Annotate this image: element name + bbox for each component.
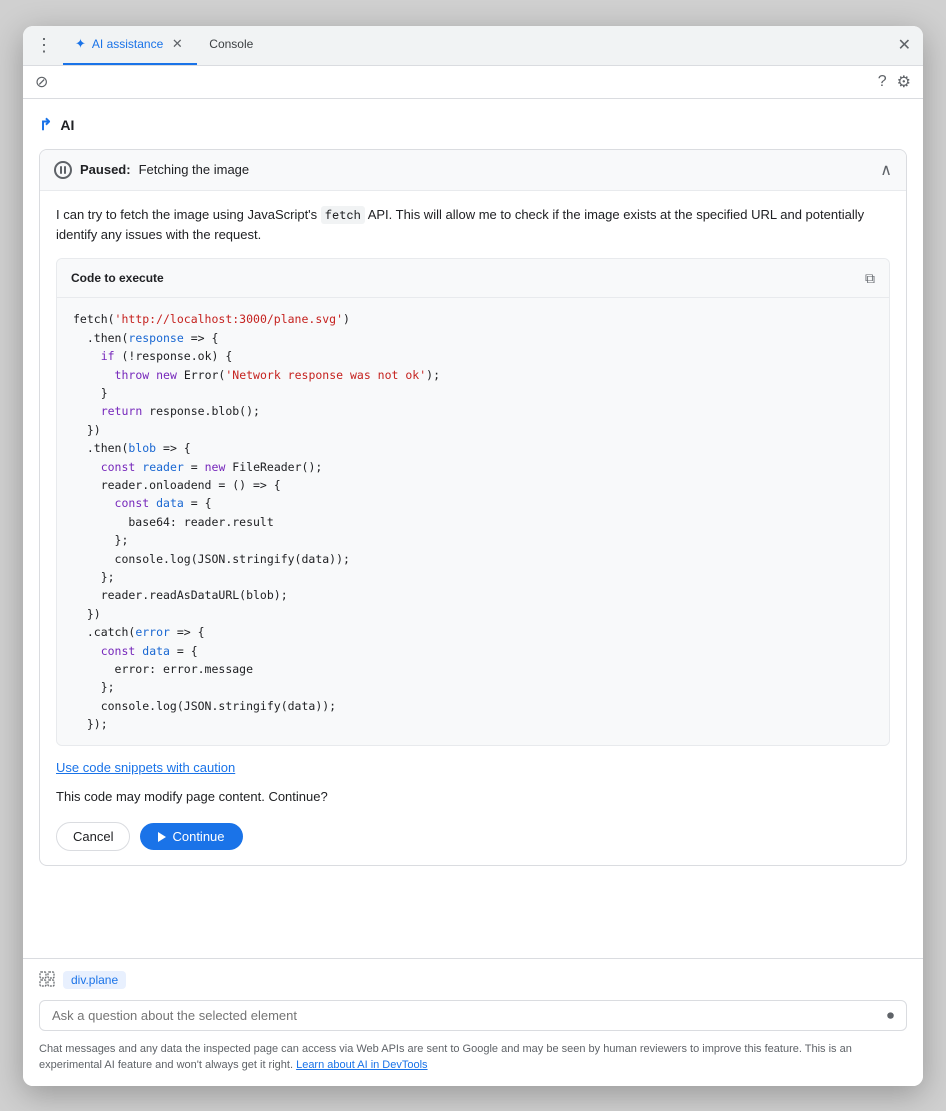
- ai-header: ↱ AI: [39, 115, 907, 135]
- button-row: Cancel Continue: [56, 822, 890, 851]
- tab-menu-icon[interactable]: ⋮: [31, 31, 57, 60]
- tab-console-label: Console: [209, 37, 253, 51]
- tab-ai-close-icon[interactable]: ✕: [169, 36, 185, 52]
- element-selector-icon: [39, 971, 55, 990]
- continue-button[interactable]: Continue: [140, 823, 242, 850]
- code-block: Code to execute ⧉ fetch('http://localhos…: [56, 258, 890, 746]
- tab-console[interactable]: Console: [197, 26, 265, 66]
- toolbar-right: ? ⚙: [878, 72, 911, 92]
- bottom-area: div.plane ⏺ Chat messages and any data t…: [23, 958, 923, 1086]
- code-header: Code to execute ⧉: [57, 259, 889, 298]
- code-pre: fetch('http://localhost:3000/plane.svg')…: [73, 310, 873, 733]
- message-body: I can try to fetch the image using JavaS…: [40, 191, 906, 866]
- status-label: Paused:: [80, 162, 131, 177]
- ai-sparkle-icon: ↱: [39, 115, 52, 135]
- tab-ai-label: AI assistance: [92, 37, 163, 51]
- ask-input[interactable]: [52, 1008, 887, 1023]
- pause-icon: [54, 161, 72, 179]
- message-block: Paused: Fetching the image ∧ I can try t…: [39, 149, 907, 867]
- selected-element-row: div.plane: [39, 971, 907, 990]
- warning-link[interactable]: Use code snippets with caution: [56, 758, 890, 779]
- message-text: I can try to fetch the image using JavaS…: [56, 205, 890, 247]
- toolbar-left: ⊘: [35, 72, 48, 92]
- tab-ai-assistance[interactable]: ✦ AI assistance ✕: [63, 26, 197, 66]
- ai-tab-icon: ✦: [75, 36, 86, 52]
- help-icon[interactable]: ?: [878, 73, 887, 91]
- copy-icon[interactable]: ⧉: [865, 267, 875, 289]
- confirm-text: This code may modify page content. Conti…: [56, 787, 890, 808]
- play-icon: [158, 832, 166, 842]
- status-left: Paused: Fetching the image: [54, 161, 249, 179]
- ask-input-row[interactable]: ⏺: [39, 1000, 907, 1031]
- code-content: fetch('http://localhost:3000/plane.svg')…: [57, 298, 889, 745]
- element-tag[interactable]: div.plane: [63, 971, 126, 989]
- pause-bars: [60, 166, 66, 174]
- footer-body: Chat messages and any data the inspected…: [39, 1043, 852, 1072]
- block-icon[interactable]: ⊘: [35, 72, 48, 92]
- continue-label: Continue: [172, 829, 224, 844]
- tab-bar: ⋮ ✦ AI assistance ✕ Console ✕: [23, 26, 923, 66]
- window-close-icon[interactable]: ✕: [894, 31, 915, 59]
- ai-header-label: AI: [60, 117, 74, 133]
- collapse-icon[interactable]: ∧: [880, 160, 892, 180]
- cancel-button[interactable]: Cancel: [56, 822, 130, 851]
- inline-code: fetch: [321, 206, 365, 224]
- status-bar: Paused: Fetching the image ∧: [40, 150, 906, 191]
- mic-icon[interactable]: ⏺: [887, 1007, 894, 1024]
- footer-link[interactable]: Learn about AI in DevTools: [296, 1059, 427, 1071]
- footer-text: Chat messages and any data the inspected…: [39, 1041, 907, 1074]
- settings-icon[interactable]: ⚙: [897, 72, 911, 92]
- code-header-title: Code to execute: [71, 269, 164, 288]
- toolbar: ⊘ ? ⚙: [23, 66, 923, 99]
- devtools-window: ⋮ ✦ AI assistance ✕ Console ✕ ⊘ ? ⚙ ↱ AI: [23, 26, 923, 1086]
- main-content: ↱ AI Paused: Fetching the image ∧: [23, 99, 923, 958]
- status-detail: Fetching the image: [139, 162, 250, 177]
